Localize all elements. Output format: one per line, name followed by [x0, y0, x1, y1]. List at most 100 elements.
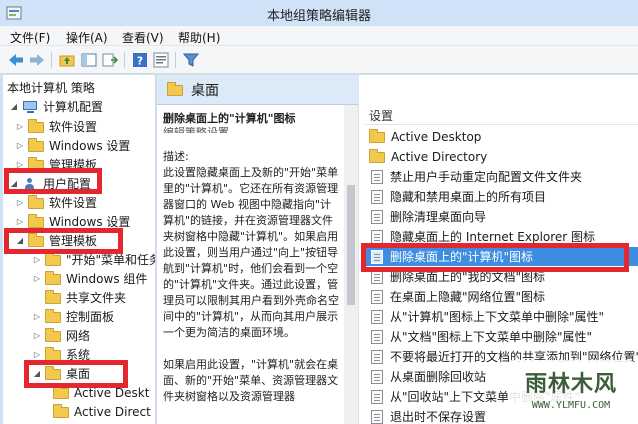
chevron-right-icon[interactable]: ▷: [32, 331, 42, 340]
policy-setting-icon: [371, 209, 383, 224]
tree-item-active-desktop[interactable]: Active Deskt: [53, 383, 149, 402]
export-list-icon[interactable]: [101, 51, 119, 69]
chevron-down-icon[interactable]: ◢: [9, 102, 19, 111]
list-item-setting[interactable]: 隐藏桌面上的 Internet Explorer 图标: [365, 227, 638, 246]
edit-policy-link[interactable]: 编辑策略设置: [163, 127, 339, 133]
tree-item-software-settings[interactable]: ▷ 软件设置: [15, 193, 97, 212]
description-paragraph: 此设置隐藏桌面上及新的"开始"菜单里的"计算机"。它还在所有资源管理器窗口的 W…: [163, 166, 339, 339]
list-item-label: 删除桌面上的"我的文档"图标: [390, 270, 546, 284]
tree-item-label: Windows 设置: [49, 215, 131, 229]
policy-description: 删除桌面上的"计算机"图标 编辑策略设置 描述: 此设置隐藏桌面上及新的"开始"…: [163, 111, 339, 405]
folder-icon: [45, 270, 61, 285]
divider: [365, 124, 638, 125]
chevron-right-icon[interactable]: ▷: [32, 312, 42, 321]
filter-icon[interactable]: [182, 51, 200, 69]
list-item-label: 隐藏桌面上的 Internet Explorer 图标: [390, 230, 596, 244]
tree-item-control-panel[interactable]: ▷ 控制面板: [32, 307, 114, 326]
chevron-right-icon[interactable]: ▷: [15, 141, 25, 150]
policy-title: 删除桌面上的"计算机"图标: [163, 112, 296, 125]
tree-item-admin-templates[interactable]: ◢ 管理模板: [15, 231, 97, 250]
list-item-setting[interactable]: 禁止用户手动重定向配置文件文件夹: [365, 167, 638, 186]
tree-item-user-config[interactable]: ◢ 用户配置: [9, 174, 91, 193]
toolbar-separator: [124, 52, 125, 68]
list-item-setting[interactable]: 在桌面上隐藏"网络位置"图标: [365, 287, 638, 306]
back-icon[interactable]: [7, 51, 25, 69]
pane-header: 桌面: [157, 75, 358, 105]
chevron-right-icon[interactable]: ▷: [32, 255, 42, 264]
watermark-url: WWW.YLMFU.COM: [531, 400, 611, 411]
tree-item-local-policy[interactable]: 本地计算机 策略: [7, 78, 95, 97]
tree-item-software-settings[interactable]: ▷ 软件设置: [15, 117, 97, 136]
policy-setting-icon: [371, 349, 383, 364]
folder-icon: [28, 232, 44, 247]
tree-item-computer-config[interactable]: ◢ 计算机配置: [9, 97, 103, 116]
title-bar: 本地组策略编辑器: [0, 0, 638, 26]
list-item-label: 隐藏和禁用桌面上的所有项目: [390, 190, 547, 204]
tree-item-desktop[interactable]: ◢ 桌面: [32, 364, 90, 383]
folder-icon: [45, 327, 61, 342]
folder-icon: [45, 251, 61, 266]
policy-setting-icon: [371, 189, 383, 204]
vertical-scrollbar[interactable]: [344, 105, 358, 424]
watermark-main-text: 雨林木风: [524, 372, 617, 397]
list-item-label: 退出时不保存设置: [390, 410, 487, 424]
help-icon[interactable]: ?: [131, 51, 149, 69]
policy-setting-icon: [371, 169, 383, 184]
folder-icon: [45, 365, 61, 380]
list-item-setting[interactable]: 隐藏和禁用桌面上的所有项目: [365, 187, 638, 206]
menu-action[interactable]: 操作(A): [66, 29, 108, 46]
tree-item-windows-components[interactable]: ▷ Windows 组件: [32, 269, 147, 288]
policy-setting-icon: [371, 269, 383, 284]
list-item-setting[interactable]: 从"文档"图标上下文菜单中删除"属性": [365, 327, 638, 346]
tree-item-start-menu[interactable]: ▷ "开始"菜单和任务: [32, 250, 156, 269]
list-item-label: Active Directory: [391, 149, 488, 164]
scrollbar-thumb[interactable]: [347, 185, 355, 305]
chevron-right-icon[interactable]: ▷: [32, 350, 42, 359]
chevron-right-icon[interactable]: ▷: [15, 160, 25, 169]
tree-item-label: Active Deskt: [74, 385, 150, 400]
description-label: 描述:: [163, 150, 189, 163]
menu-help[interactable]: 帮助(H): [178, 29, 220, 46]
tree-item-network[interactable]: ▷ 网络: [32, 326, 90, 345]
tree-item-system[interactable]: ▷ 系统: [32, 345, 90, 364]
folder-icon: [167, 81, 183, 96]
folder-icon: [28, 156, 44, 171]
tree-item-label: Windows 设置: [49, 139, 131, 153]
tree-item-label: 网络: [66, 329, 91, 343]
tree-item-active-directory[interactable]: Active Direct: [53, 402, 151, 421]
list-item-label: 从桌面删除回收站: [390, 370, 487, 384]
list-item-folder[interactable]: Active Desktop: [365, 127, 638, 146]
folder-icon: [28, 194, 44, 209]
list-item-setting-selected[interactable]: 删除桌面上的"计算机"图标: [365, 247, 638, 266]
chevron-right-icon[interactable]: ▷: [32, 274, 42, 283]
list-item-setting[interactable]: 删除桌面上的"我的文档"图标: [365, 267, 638, 286]
chevron-right-icon[interactable]: ▷: [15, 122, 25, 131]
list-item-setting[interactable]: 从"计算机"图标上下文菜单中删除"属性": [365, 307, 638, 326]
chevron-right-icon[interactable]: ▷: [15, 198, 25, 207]
tree-item-label: "开始"菜单和任务: [66, 253, 156, 267]
tree-item-shared-folders[interactable]: 共享文件夹: [32, 288, 126, 307]
properties-icon[interactable]: [152, 51, 170, 69]
list-item-folder[interactable]: Active Directory: [365, 147, 638, 166]
show-hide-tree-icon[interactable]: [80, 51, 98, 69]
tree-item-label: 系统: [66, 348, 91, 362]
tree-item-label: 软件设置: [49, 196, 98, 210]
folder-icon: [53, 384, 69, 399]
column-header-setting[interactable]: 设置: [369, 107, 393, 124]
up-folder-icon[interactable]: [58, 51, 76, 69]
menu-file[interactable]: 文件(F): [10, 29, 50, 46]
forward-icon[interactable]: [28, 51, 46, 69]
chevron-down-icon[interactable]: ◢: [32, 369, 42, 378]
tree-item-label: 管理模板: [49, 234, 98, 248]
chevron-down-icon[interactable]: ◢: [9, 179, 19, 188]
menu-view[interactable]: 查看(V): [122, 29, 164, 46]
tree-item-label: Windows 组件: [66, 272, 148, 286]
toolbar-separator: [175, 52, 176, 68]
tree-item-admin-templates[interactable]: ▷ 管理模板: [15, 155, 97, 174]
tree-item-windows-settings[interactable]: ▷ Windows 设置: [15, 212, 130, 231]
tree-item-windows-settings[interactable]: ▷ Windows 设置: [15, 136, 130, 155]
policy-setting-icon: [371, 229, 383, 244]
chevron-right-icon[interactable]: ▷: [15, 217, 25, 226]
list-item-setting[interactable]: 删除清理桌面向导: [365, 207, 638, 226]
chevron-down-icon[interactable]: ◢: [15, 236, 25, 245]
